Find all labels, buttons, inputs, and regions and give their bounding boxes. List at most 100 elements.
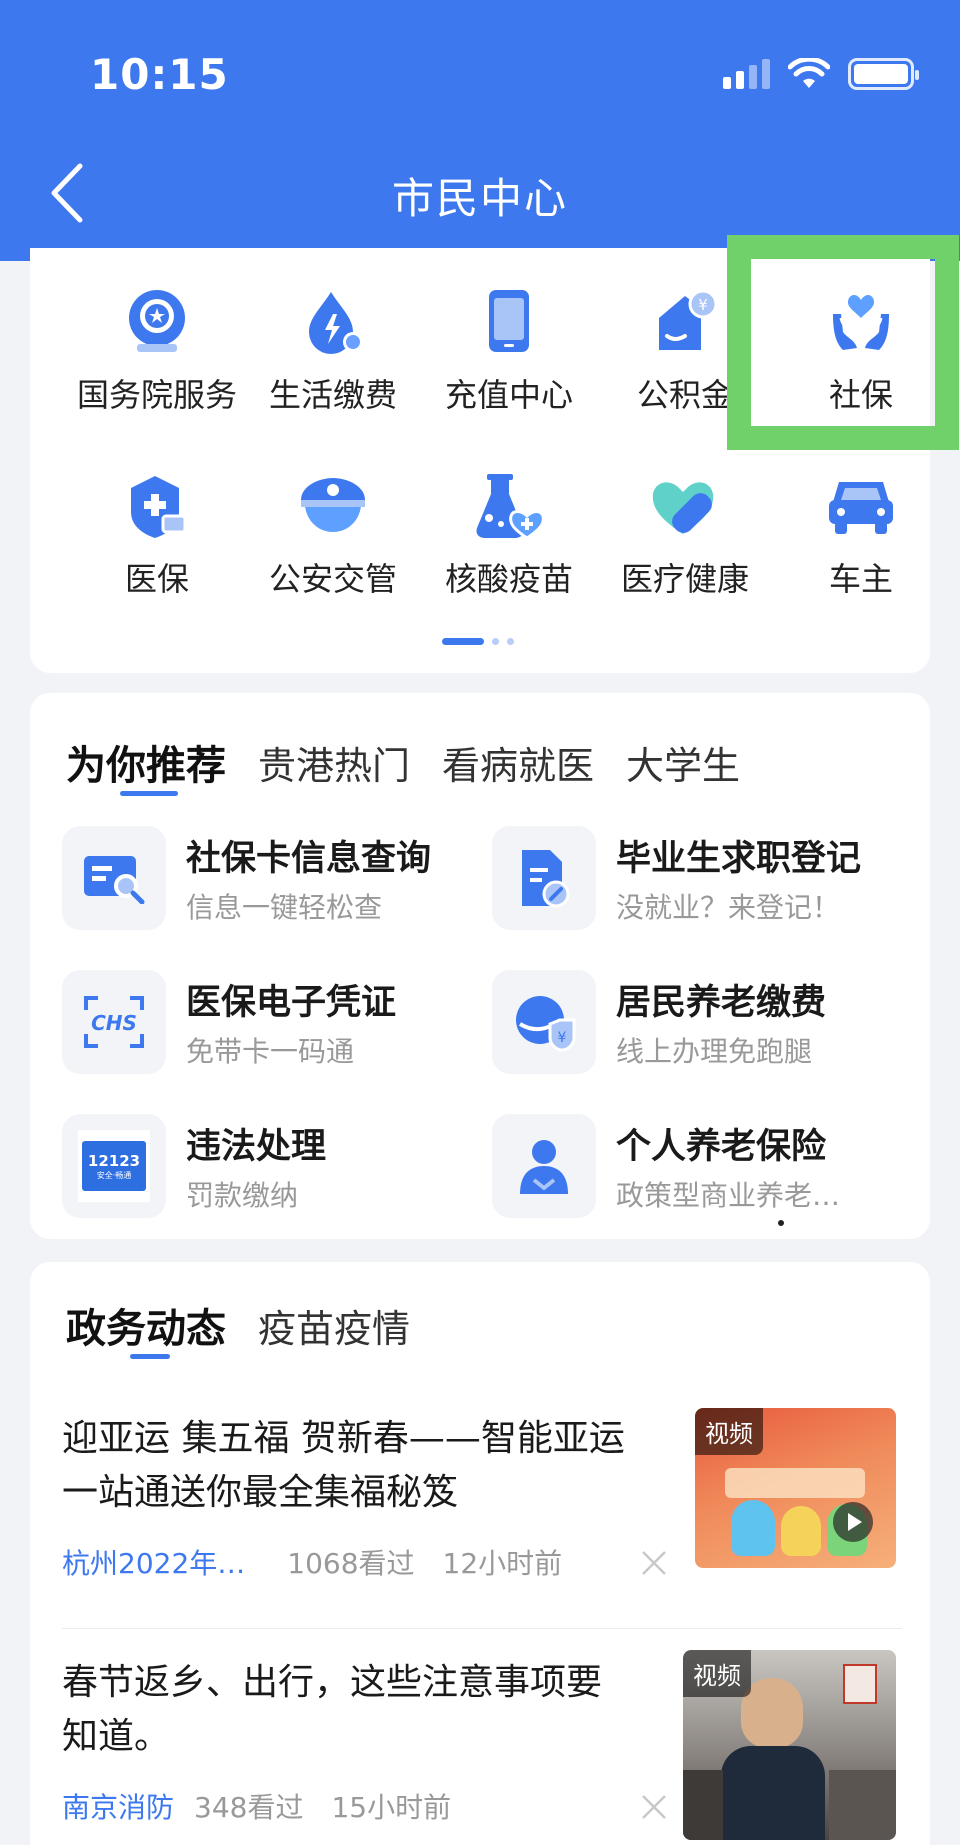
person-insurance-icon	[520, 1140, 568, 1194]
state-council-icon	[129, 290, 185, 352]
rec-subtitle: 没就业？来登记！	[616, 891, 841, 924]
rec-item-personal-pension[interactable]: 个人养老保险 政策型商业养老…	[492, 1114, 912, 1218]
cellular-signal-icon	[723, 59, 770, 89]
news-source[interactable]: 南京消防	[62, 1786, 174, 1826]
svg-text:¥: ¥	[558, 1030, 567, 1046]
tab-vaccine-epidemic[interactable]: 疫苗疫情	[258, 1298, 410, 1353]
utility-payment-icon	[309, 292, 363, 354]
wifi-icon	[788, 58, 830, 88]
rec-item-traffic-violation[interactable]: 12123 安全·畅通 违法处理 罚款缴纳	[62, 1114, 482, 1218]
traffic-12123-icon: 12123 安全·畅通	[78, 1130, 150, 1202]
service-label: 充值中心	[444, 376, 573, 414]
header-bar: 10:15 市民中心	[0, 0, 960, 261]
news-thumbnail[interactable]: 视频	[695, 1408, 896, 1568]
service-label: 医保	[124, 560, 189, 598]
rec-title: 违法处理	[186, 1127, 327, 1167]
service-label: 公积金	[636, 376, 733, 414]
news-tabs: 政务动态 疫苗疫情	[66, 1296, 410, 1354]
news-title: 迎亚运 集五福 贺新春——智能亚运一站通送你最全集福秘笈	[62, 1418, 625, 1513]
rec-subtitle: 线上办理免跑腿	[616, 1035, 813, 1068]
status-time: 10:15	[90, 50, 229, 99]
car-owner-icon	[829, 482, 893, 534]
service-social-security[interactable]: 社保	[771, 288, 951, 416]
rec-item-social-card-query[interactable]: 社保卡信息查询 信息一键轻松查	[62, 826, 482, 930]
service-label: 核酸疫苗	[444, 560, 573, 598]
tab-college[interactable]: 大学生	[626, 735, 740, 790]
news-card: 政务动态 疫苗疫情 迎亚运 集五福 贺新春——智能亚运一站通送你最全集福秘笈 杭…	[30, 1262, 930, 1845]
news-title: 春节返乡、出行，这些注意事项要知道。	[62, 1662, 603, 1757]
rec-title: 医保电子凭证	[186, 983, 397, 1023]
status-icons	[723, 58, 919, 90]
news-time: 12小时前	[442, 1547, 563, 1580]
rec-title: 社保卡信息查询	[186, 839, 432, 879]
service-car-owner[interactable]: 车主	[771, 472, 951, 600]
rec-item-pension-payment[interactable]: ¥ 居民养老缴费 线上办理免跑腿	[492, 970, 912, 1074]
news-thumbnail[interactable]: 视频	[683, 1650, 896, 1840]
service-utility-payment[interactable]: 生活缴费	[243, 288, 423, 416]
phone-recharge-icon	[489, 290, 529, 352]
document-edit-icon	[522, 850, 570, 908]
video-tag: 视频	[683, 1650, 751, 1697]
play-icon	[833, 1502, 873, 1542]
social-security-icon	[833, 294, 889, 350]
service-nucleic-vaccine[interactable]: 核酸疫苗	[419, 472, 599, 600]
card-search-icon	[84, 856, 145, 904]
service-state-council[interactable]: 国务院服务	[67, 288, 247, 416]
news-item[interactable]: 春节返乡、出行，这些注意事项要知道。 南京消防 348看过 15小时前 视频	[62, 1650, 902, 1845]
medical-insurance-icon	[131, 476, 187, 538]
active-tab-underline	[120, 791, 178, 796]
tab-guigang-hot[interactable]: 贵港热门	[258, 735, 410, 790]
rec-item-medical-e-voucher[interactable]: CHS 医保电子凭证 免带卡一码通	[62, 970, 482, 1074]
rec-title: 居民养老缴费	[616, 983, 827, 1023]
service-police-traffic[interactable]: 公安交管	[243, 472, 423, 600]
rec-subtitle: 免带卡一码通	[186, 1035, 355, 1068]
page-indicator	[442, 638, 514, 645]
nucleic-acid-icon	[476, 474, 545, 540]
service-label: 生活缴费	[268, 376, 397, 414]
service-label: 社保	[828, 376, 893, 414]
page-title: 市民中心	[391, 174, 568, 223]
news-views: 1068看过	[287, 1547, 415, 1580]
rec-subtitle: 政策型商业养老…	[616, 1179, 841, 1212]
divider	[62, 1628, 902, 1629]
health-icon	[652, 482, 714, 534]
police-traffic-icon	[301, 478, 365, 532]
service-grid-card: 国务院服务 生活缴费 充值中心 ¥ 公积金 社保 医保 公安交管 核酸疫苗 医疗…	[30, 248, 930, 673]
battery-icon	[848, 58, 919, 90]
service-label: 车主	[828, 560, 893, 598]
rec-title: 个人养老保险	[616, 1127, 827, 1167]
rec-subtitle: 信息一键轻松查	[186, 891, 383, 924]
news-time: 15小时前	[331, 1791, 452, 1824]
service-label: 国务院服务	[76, 376, 237, 414]
news-meta: 杭州2022年… 1068看过 12小时前	[62, 1542, 562, 1582]
housing-fund-icon: ¥	[659, 289, 718, 350]
dismiss-icon[interactable]	[640, 1793, 668, 1821]
rec-title: 毕业生求职登记	[616, 839, 862, 879]
recommend-tabs: 为你推荐 贵港热门 看病就医 大学生	[66, 733, 740, 791]
dismiss-icon[interactable]	[640, 1549, 668, 1577]
video-tag: 视频	[695, 1408, 763, 1455]
recommend-card: 为你推荐 贵港热门 看病就医 大学生 社保卡信息查询 信息一键轻松查 毕业生求职…	[30, 693, 930, 1239]
pension-payment-icon: ¥	[516, 996, 576, 1052]
service-recharge[interactable]: 充值中心	[419, 288, 599, 416]
carousel-dot	[778, 1220, 784, 1226]
service-label: 公安交管	[268, 560, 397, 598]
tab-recommend[interactable]: 为你推荐	[66, 733, 226, 791]
badge-12123-text: 12123	[87, 1151, 141, 1170]
news-source[interactable]: 杭州2022年…	[62, 1542, 245, 1582]
news-meta: 南京消防 348看过 15小时前	[62, 1786, 451, 1826]
chs-icon: CHS	[84, 996, 144, 1048]
svg-text:CHS: CHS	[91, 1011, 137, 1035]
tab-medical[interactable]: 看病就医	[442, 735, 594, 790]
rec-item-graduate-register[interactable]: 毕业生求职登记 没就业？来登记！	[492, 826, 912, 930]
badge-12123-subtext: 安全·畅通	[96, 1170, 132, 1180]
active-tab-underline	[130, 1354, 170, 1359]
service-housing-fund[interactable]: ¥ 公积金	[595, 288, 775, 416]
service-label: 医疗健康	[620, 560, 749, 598]
news-views: 348看过	[194, 1791, 304, 1824]
service-health[interactable]: 医疗健康	[595, 472, 775, 600]
news-item[interactable]: 迎亚运 集五福 贺新春——智能亚运一站通送你最全集福秘笈 杭州2022年… 10…	[62, 1408, 902, 1602]
tab-gov-news[interactable]: 政务动态	[66, 1296, 226, 1354]
service-medical-insurance[interactable]: 医保	[67, 472, 247, 600]
rec-subtitle: 罚款缴纳	[186, 1179, 299, 1212]
